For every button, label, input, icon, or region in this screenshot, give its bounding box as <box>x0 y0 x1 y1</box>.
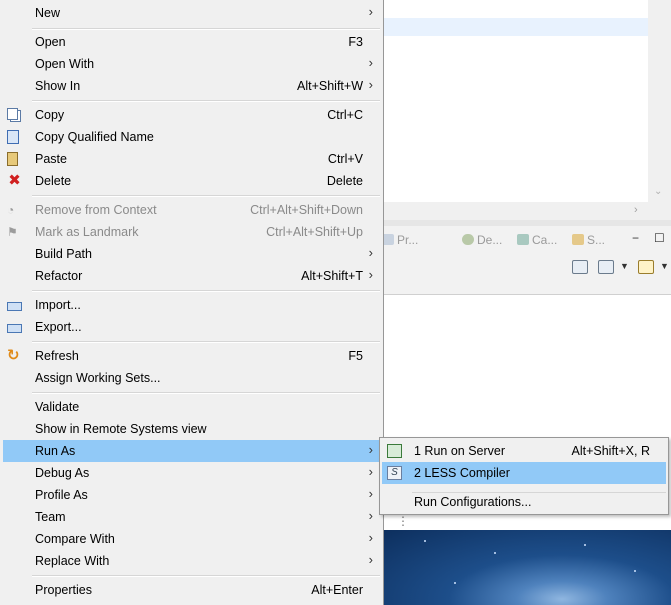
menu-item-import[interactable]: Import... <box>3 294 380 316</box>
menu-item-show-in-remote-systems[interactable]: Show in Remote Systems view <box>3 418 380 440</box>
menu-item-assign-working-sets[interactable]: Assign Working Sets... <box>3 367 380 389</box>
menu-separator <box>32 392 380 394</box>
tab-servers[interactable]: S... <box>572 233 605 247</box>
menu-item-remove-from-context: ◔ Remove from Context Ctrl+Alt+Shift+Dow… <box>7 203 363 217</box>
submenu-arrow-icon: › <box>368 245 373 260</box>
editor-horizontal-scrollbar[interactable]: › <box>380 202 648 220</box>
remove-from-context-icon: ◔ <box>7 203 15 217</box>
wallpaper-star <box>424 540 426 542</box>
menu-item-copy-qualified-name[interactable]: Copy Qualified Name <box>3 126 380 148</box>
copy-qualified-name-icon <box>7 130 19 144</box>
context-menu: New › Open F3 Open With › Show In Alt+Sh… <box>0 0 384 605</box>
menu-separator <box>32 341 380 343</box>
scroll-down-arrow-icon[interactable]: ⌄ <box>654 186 662 197</box>
editor-vertical-scrollbar[interactable]: ⌄ <box>648 0 671 220</box>
submenu-arrow-icon: › <box>368 4 373 19</box>
submenu-arrow-icon: › <box>368 55 373 70</box>
new-console-icon[interactable] <box>638 260 654 274</box>
menu-item-open-with[interactable]: Open With › <box>3 53 380 75</box>
submenu-arrow-icon: › <box>368 77 373 92</box>
submenu-item-run-configurations[interactable]: Run Configurations... <box>382 491 666 513</box>
submenu-arrow-icon: › <box>368 442 373 457</box>
menu-item-show-in[interactable]: Show In Alt+Shift+W › <box>3 75 380 97</box>
wallpaper-star <box>634 570 636 572</box>
call-hierarchy-view-icon <box>517 234 529 245</box>
refresh-icon: ↻ <box>7 347 20 364</box>
menu-item-refresh[interactable]: ↻ Refresh F5 <box>3 345 380 367</box>
submenu-item-run-on-server[interactable]: 1 Run on Server Alt+Shift+X, R <box>382 440 666 462</box>
menu-item-build-path[interactable]: Build Path › <box>3 243 380 265</box>
new-console-dropdown-icon[interactable]: ▼ <box>660 261 669 271</box>
submenu-arrow-icon: › <box>368 267 373 282</box>
debug-view-icon <box>462 234 474 245</box>
menu-item-validate[interactable]: Validate <box>3 396 380 418</box>
display-console-dropdown-icon[interactable]: ▼ <box>620 261 629 271</box>
menu-item-profile-as[interactable]: Profile As › <box>3 484 380 506</box>
menu-item-run-as[interactable]: Run As › <box>3 440 380 462</box>
menu-item-mark-as-landmark: ⚑ Mark as Landmark Ctrl+Alt+Shift+Up <box>7 225 363 239</box>
menu-separator <box>32 100 380 102</box>
submenu-arrow-icon: › <box>368 552 373 567</box>
servers-view-icon <box>572 234 584 245</box>
tab-call-hierarchy[interactable]: Ca... <box>517 233 557 247</box>
menu-item-compare-with[interactable]: Compare With › <box>3 528 380 550</box>
view-tab-bar: Pr... De... Ca... S... − ☐ <box>380 226 671 256</box>
import-icon <box>7 302 22 311</box>
tab-debug[interactable]: De... <box>462 233 502 247</box>
menu-item-open[interactable]: Open F3 <box>3 31 380 53</box>
run-as-submenu: 1 Run on Server Alt+Shift+X, R S 2 LESS … <box>379 437 669 515</box>
display-console-icon[interactable] <box>598 260 614 274</box>
wallpaper-star <box>454 582 456 584</box>
wallpaper-star <box>584 544 586 546</box>
menu-separator <box>32 575 380 577</box>
wallpaper-star <box>494 552 496 554</box>
menu-item-copy[interactable]: Copy Ctrl+C <box>3 104 380 126</box>
menu-item-properties[interactable]: Properties Alt+Enter <box>3 579 380 601</box>
paste-icon <box>7 152 18 166</box>
menu-separator <box>32 195 380 197</box>
export-icon <box>7 324 22 333</box>
less-compiler-icon: S <box>387 466 402 480</box>
view-toolbar: ▼ ▼ <box>380 256 671 295</box>
landmark-icon: ⚑ <box>7 225 18 239</box>
submenu-arrow-icon: › <box>368 530 373 545</box>
copy-icon <box>7 108 18 120</box>
editor-area[interactable] <box>380 0 648 220</box>
menu-item-refactor[interactable]: Refactor Alt+Shift+T › <box>3 265 380 287</box>
minimize-icon[interactable]: − <box>632 231 639 245</box>
submenu-arrow-icon: › <box>368 508 373 523</box>
scroll-right-arrow-icon[interactable]: › <box>634 204 638 216</box>
menu-item-export[interactable]: Export... <box>3 316 380 338</box>
menu-item-team[interactable]: Team › <box>3 506 380 528</box>
menu-item-replace-with[interactable]: Replace With › <box>3 550 380 572</box>
menu-separator <box>32 290 380 292</box>
run-on-server-icon <box>387 444 402 458</box>
menu-item-delete[interactable]: ✖ Delete Delete <box>3 170 380 192</box>
menu-item-debug-as[interactable]: Debug As › <box>3 462 380 484</box>
submenu-arrow-icon: › <box>368 464 373 479</box>
more-options-icon[interactable]: ⋮ <box>397 514 409 528</box>
submenu-item-less-compiler[interactable]: S 2 LESS Compiler <box>382 462 666 484</box>
tab-problems[interactable]: Pr... <box>382 233 418 247</box>
editor-current-line <box>380 18 648 36</box>
menu-item-paste[interactable]: Paste Ctrl+V <box>3 148 380 170</box>
menu-separator <box>32 28 380 30</box>
delete-icon: ✖ <box>8 172 21 189</box>
desktop-wallpaper <box>384 530 671 605</box>
open-console-icon[interactable] <box>572 260 588 274</box>
submenu-arrow-icon: › <box>368 486 373 501</box>
maximize-icon[interactable]: ☐ <box>654 231 665 245</box>
menu-item-new[interactable]: New › <box>3 2 380 24</box>
